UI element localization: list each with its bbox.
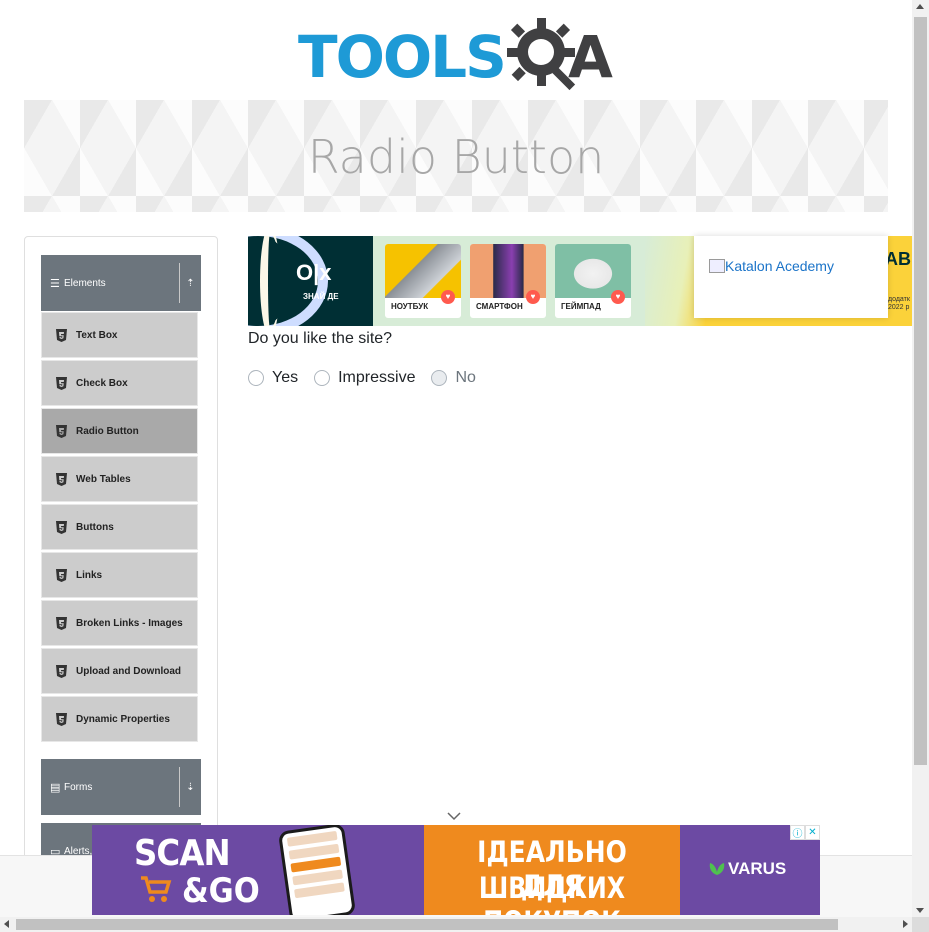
sidebar-item-label: Web Tables xyxy=(76,473,131,485)
radio-no: No xyxy=(431,369,476,387)
radio-yes[interactable]: Yes xyxy=(248,369,298,387)
katalon-alt-text: Katalon Acedemy xyxy=(725,258,834,274)
logo-text: TOOLS xyxy=(298,23,507,91)
varus-logo: VARUS xyxy=(708,859,786,879)
sidebar-item-text-box[interactable]: Text Box xyxy=(41,312,198,358)
ad-product-card[interactable]: СМАРТФОН ♥ xyxy=(470,244,546,318)
horizontal-scrollbar[interactable] xyxy=(0,917,912,932)
sidebar-item-label: Check Box xyxy=(76,377,128,389)
sidebar-item-label: Dynamic Properties xyxy=(76,713,170,725)
info-icon[interactable]: ⓘ xyxy=(790,825,805,840)
scroll-right-icon[interactable] xyxy=(903,920,908,928)
radio-impressive-input[interactable] xyxy=(314,370,331,386)
sidebar-item-links[interactable]: Links xyxy=(41,552,198,598)
radio-impressive[interactable]: Impressive xyxy=(314,369,415,387)
ad-right-small: додатк 2022 р xyxy=(888,296,910,312)
varus-text: VARUS xyxy=(728,859,787,878)
radio-impressive-label[interactable]: Impressive xyxy=(338,369,415,387)
katalon-link[interactable]: Katalon Acedemy xyxy=(709,258,834,274)
scrollbar-corner xyxy=(912,917,929,932)
group-header-elements[interactable]: ☰ Elements ⇡ xyxy=(41,255,201,311)
heart-icon: ♥ xyxy=(611,290,625,304)
radio-yes-input[interactable] xyxy=(248,370,264,386)
ad-message: ІДЕАЛЬНО ДЛЯ ШВИДКИХ ПОКУПОК xyxy=(424,825,680,915)
html5-icon xyxy=(56,472,67,486)
sidebar-item-web-tables[interactable]: Web Tables xyxy=(41,456,198,502)
close-icon[interactable]: ✕ xyxy=(805,825,820,840)
ad-scan-text: SCAN xyxy=(134,833,231,874)
ad-choices[interactable]: ⓘ ✕ xyxy=(790,825,820,840)
scroll-left-icon[interactable] xyxy=(4,920,9,928)
toolsqa-logo[interactable]: TOOLS A xyxy=(298,16,623,91)
arrow-up-icon[interactable]: ⇡ xyxy=(179,263,201,303)
elements-menu-list: Text Box Check Box Radio Button Web Tabl… xyxy=(41,312,198,744)
katalon-ad[interactable]: Katalon Acedemy xyxy=(694,236,888,318)
sidebar-item-label: Buttons xyxy=(76,521,114,533)
hamburger-icon: ☰ xyxy=(50,277,60,290)
ad-small-line: 2022 р xyxy=(888,304,910,311)
group-label-elements: Elements xyxy=(64,277,106,289)
ad-go-text: &GO xyxy=(182,871,260,911)
olx-tagline: ЗНАЙ ДЕ xyxy=(303,292,339,301)
page-title: Radio Button xyxy=(307,130,605,184)
sidebar-item-label: Links xyxy=(76,569,103,581)
heart-icon: ♥ xyxy=(526,290,540,304)
leaf-icon xyxy=(709,863,725,875)
ad-products: НОУТБУК ♥ СМАРТФОН ♥ ГЕЙМПАД ♥ xyxy=(373,236,645,326)
scroll-down-icon[interactable] xyxy=(916,908,924,913)
cart-icon xyxy=(141,876,172,902)
radio-group: Yes Impressive No xyxy=(248,368,492,388)
sidebar-item-check-box[interactable]: Check Box xyxy=(41,360,198,406)
heart-icon: ♥ xyxy=(441,290,455,304)
olx-logo: O|x xyxy=(296,260,332,285)
group-header-forms[interactable]: ▤ Forms ⇣ xyxy=(41,759,201,815)
html5-icon xyxy=(56,328,67,342)
ad-product-card[interactable]: ГЕЙМПАД ♥ xyxy=(555,244,631,318)
chevron-down-icon[interactable] xyxy=(446,810,462,822)
html5-icon xyxy=(56,520,67,534)
html5-icon xyxy=(56,424,67,438)
ad-message-line2: ШВИДКИХ ПОКУПОК xyxy=(478,871,626,915)
ad-product-card[interactable]: НОУТБУК ♥ xyxy=(385,244,461,318)
sidebar-item-label: Upload and Download xyxy=(76,665,181,677)
broken-image-icon xyxy=(709,259,725,273)
radio-no-label: No xyxy=(455,369,476,386)
radio-no-input xyxy=(431,370,448,386)
ad-small-line: додатк xyxy=(888,296,910,303)
html5-icon xyxy=(56,568,67,582)
arrow-down-icon[interactable]: ⇣ xyxy=(179,767,201,807)
vertical-scroll-thumb[interactable] xyxy=(914,17,927,765)
sidebar-item-buttons[interactable]: Buttons xyxy=(41,504,198,550)
olx-panel: O|x ЗНАЙ ДЕ xyxy=(248,236,373,326)
ad-right-text: AB xyxy=(885,249,911,269)
html5-icon xyxy=(56,376,67,390)
html5-icon xyxy=(56,664,67,678)
sidebar-item-label: Radio Button xyxy=(76,425,139,437)
sidebar-item-upload-and-download[interactable]: Upload and Download xyxy=(41,648,198,694)
vertical-scrollbar[interactable] xyxy=(912,0,929,917)
radio-yes-label[interactable]: Yes xyxy=(272,369,298,387)
group-label-forms: Forms xyxy=(64,781,93,793)
sidebar-item-label: Text Box xyxy=(76,329,118,341)
ad-decoration xyxy=(260,236,280,326)
page-banner: Radio Button xyxy=(24,100,888,212)
logo-text-end: A xyxy=(568,23,613,91)
sidebar-item-label: Broken Links - Images xyxy=(76,617,183,629)
html5-icon xyxy=(56,616,67,630)
ad-decoration xyxy=(294,882,345,899)
horizontal-scroll-thumb[interactable] xyxy=(16,919,838,930)
html5-icon xyxy=(56,712,67,726)
ad-scan-go: SCAN &GO xyxy=(92,825,424,915)
phone-image xyxy=(277,825,357,915)
ad-banner-bottom[interactable]: SCAN &GO ІДЕАЛЬНО ДЛЯ ШВИДКИХ ПОКУПОК VA… xyxy=(92,825,820,915)
sidebar-item-radio-button[interactable]: Radio Button xyxy=(41,408,198,454)
question-text: Do you like the site? xyxy=(248,330,393,347)
sidebar-item-dynamic-properties[interactable]: Dynamic Properties xyxy=(41,696,198,742)
sidebar-item-broken-links-images[interactable]: Broken Links - Images xyxy=(41,600,198,646)
document-icon: ▤ xyxy=(50,781,61,794)
scroll-up-icon[interactable] xyxy=(916,4,924,9)
